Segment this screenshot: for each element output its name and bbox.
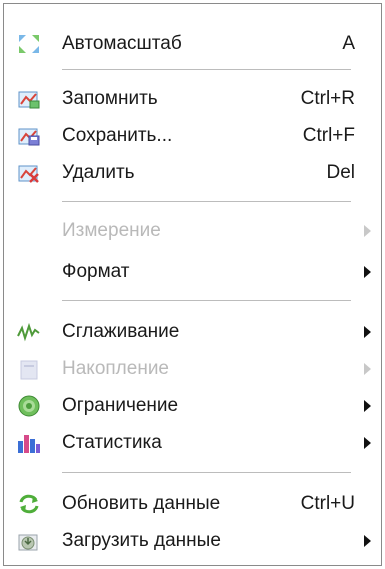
menu-item-label: Измерение xyxy=(62,220,161,241)
menu-item-label: Запомнить xyxy=(62,88,158,109)
menu-item-label: Сохранить... xyxy=(62,125,173,146)
submenu-arrow-icon xyxy=(364,326,371,338)
submenu-arrow-icon xyxy=(364,363,371,375)
submenu-arrow-icon xyxy=(364,400,371,412)
menu-item-autoscale[interactable]: Автомасштаб A xyxy=(4,26,381,62)
submenu-arrow-icon xyxy=(364,535,371,547)
menu-item-label: Статистика xyxy=(62,432,162,453)
menu-item-statistics[interactable]: Статистика xyxy=(4,425,381,461)
load-data-icon xyxy=(16,529,42,553)
menu-item-label: Загрузить данные xyxy=(62,530,221,551)
smoothing-icon xyxy=(16,320,42,344)
menu-item-shortcut: Ctrl+U xyxy=(300,493,355,514)
menu-item-label: Сглаживание xyxy=(62,321,180,342)
menu-item-limit[interactable]: Ограничение xyxy=(4,388,381,424)
menu-separator xyxy=(62,201,351,202)
menu-item-delete[interactable]: Удалить Del xyxy=(4,155,381,191)
submenu-arrow-icon xyxy=(364,437,371,449)
menu-item-remember[interactable]: Запомнить Ctrl+R xyxy=(4,81,381,117)
autoscale-icon xyxy=(16,32,42,56)
menu-item-label: Удалить xyxy=(62,162,135,183)
menu-item-label: Обновить данные xyxy=(62,493,221,514)
menu-item-shortcut: Ctrl+F xyxy=(302,125,355,146)
menu-separator xyxy=(62,300,351,301)
menu-item-label: Ограничение xyxy=(62,395,179,416)
menu-item-smoothing[interactable]: Сглаживание xyxy=(4,314,381,350)
refresh-icon xyxy=(16,492,42,516)
menu-item-format[interactable]: Формат xyxy=(4,254,381,290)
submenu-arrow-icon xyxy=(364,225,371,237)
submenu-arrow-icon xyxy=(364,266,371,278)
remember-icon xyxy=(16,87,42,111)
menu-item-load-data[interactable]: Загрузить данные xyxy=(4,523,381,559)
delete-icon xyxy=(16,161,42,185)
menu-item-shortcut: Ctrl+R xyxy=(300,88,355,109)
menu-item-save[interactable]: Сохранить... Ctrl+F xyxy=(4,118,381,154)
save-icon xyxy=(16,124,42,148)
menu-item-refresh-data[interactable]: Обновить данные Ctrl+U xyxy=(4,486,381,522)
context-menu: Автомасштаб A Запомнить Ctrl+R Сохранить xyxy=(3,3,382,566)
menu-item-label: Автомасштаб xyxy=(62,33,182,54)
menu-separator xyxy=(62,472,351,473)
menu-item-accumulation: Накопление xyxy=(4,351,381,387)
menu-separator xyxy=(62,69,351,70)
statistics-icon xyxy=(16,431,42,455)
menu-item-shortcut: A xyxy=(342,33,355,54)
menu-item-label: Формат xyxy=(62,261,130,282)
accumulation-icon xyxy=(16,357,42,381)
menu-item-shortcut: Del xyxy=(326,162,355,183)
menu-item-measurement: Измерение xyxy=(4,213,381,249)
limit-icon xyxy=(16,394,42,418)
menu-item-label: Накопление xyxy=(62,358,169,379)
